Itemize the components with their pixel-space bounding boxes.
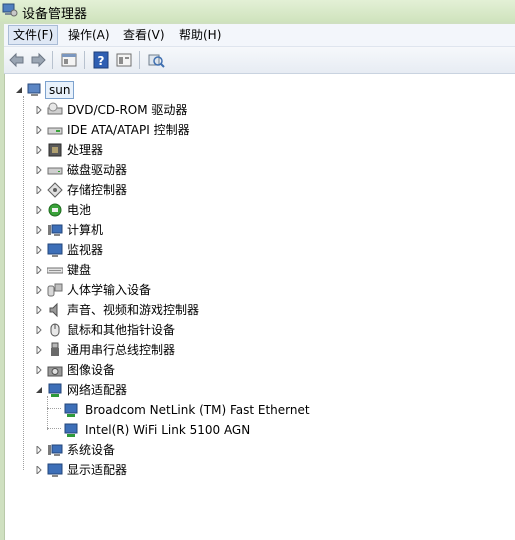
tree-item-label: 键盘 bbox=[67, 263, 92, 277]
expand-arrow-icon[interactable] bbox=[35, 306, 43, 314]
menu-action[interactable]: 操作(A) bbox=[64, 26, 114, 44]
ide-controller-icon bbox=[47, 127, 63, 135]
expand-arrow-icon[interactable] bbox=[35, 106, 43, 114]
scan-hardware-icon[interactable] bbox=[147, 51, 165, 69]
network-adapter-icon bbox=[64, 403, 78, 417]
tree-item-label: 处理器 bbox=[67, 143, 104, 157]
forward-arrow-icon[interactable] bbox=[29, 51, 47, 69]
camera-icon bbox=[47, 366, 63, 377]
storage-controller-icon bbox=[47, 182, 63, 198]
keyboard-icon bbox=[47, 267, 63, 274]
tree-item-label: 通用串行总线控制器 bbox=[67, 343, 176, 357]
tree-item-label: IDE ATA/ATAPI 控制器 bbox=[67, 123, 190, 137]
tree-item-dvd[interactable]: DVD/CD-ROM 驱动器 bbox=[35, 100, 435, 120]
tree-item-label: 网络适配器 bbox=[67, 383, 128, 397]
expand-arrow-icon[interactable] bbox=[35, 266, 43, 274]
title-bar[interactable]: 设备管理器 bbox=[0, 0, 515, 22]
tree-item-network[interactable]: 网络适配器 bbox=[35, 380, 435, 400]
tree-item-label: 声音、视频和游戏控制器 bbox=[67, 303, 200, 317]
window-title: 设备管理器 bbox=[22, 7, 88, 22]
system-device-icon bbox=[48, 444, 63, 456]
hid-icon bbox=[47, 283, 63, 297]
tree-item-label: 电池 bbox=[67, 203, 92, 217]
tree-item-camera[interactable]: 图像设备 bbox=[35, 360, 435, 380]
tree-item-sound[interactable]: 声音、视频和游戏控制器 bbox=[35, 300, 435, 320]
expand-arrow-icon[interactable] bbox=[35, 166, 43, 174]
tree-item-label: DVD/CD-ROM 驱动器 bbox=[67, 103, 188, 117]
tree-item-label: 鼠标和其他指针设备 bbox=[67, 323, 176, 337]
tree-item-label: 磁盘驱动器 bbox=[67, 163, 128, 177]
tree-item-system[interactable]: 系统设备 bbox=[35, 440, 435, 460]
tree-item-label: 计算机 bbox=[67, 223, 104, 237]
monitor-icon bbox=[47, 243, 63, 257]
back-arrow-icon[interactable] bbox=[8, 51, 26, 69]
expand-arrow-icon[interactable] bbox=[35, 226, 43, 234]
expand-arrow-icon[interactable] bbox=[35, 346, 43, 354]
tree-item-label: 图像设备 bbox=[67, 363, 116, 377]
tree-root-label: sun bbox=[45, 81, 75, 99]
expand-arrow-icon[interactable] bbox=[35, 446, 43, 454]
processor-icon bbox=[48, 143, 62, 157]
menu-view[interactable]: 查看(V) bbox=[119, 26, 169, 44]
tree-item-hid[interactable]: 人体学输入设备 bbox=[35, 280, 435, 300]
tree-item-label: 人体学输入设备 bbox=[67, 283, 152, 297]
expand-arrow-icon[interactable] bbox=[35, 246, 43, 254]
network-adapter-icon bbox=[48, 383, 62, 397]
tree-item-intel-wifi[interactable]: Intel(R) WiFi Link 5100 AGN bbox=[63, 420, 483, 440]
tree-item-label: 显示适配器 bbox=[67, 463, 128, 477]
mouse-icon bbox=[50, 323, 60, 337]
tree-item-mouse[interactable]: 鼠标和其他指针设备 bbox=[35, 320, 435, 340]
tree-item-label: Broadcom NetLink (TM) Fast Ethernet bbox=[85, 403, 310, 417]
tree-item-battery[interactable]: 电池 bbox=[35, 200, 435, 220]
computer-icon bbox=[48, 224, 63, 236]
sound-icon bbox=[49, 302, 58, 318]
collapse-arrow-icon[interactable] bbox=[15, 86, 23, 94]
display-adapter-icon bbox=[47, 463, 63, 477]
tree-item-disk[interactable]: 磁盘驱动器 bbox=[35, 160, 435, 180]
tree-item-storage[interactable]: 存储控制器 bbox=[35, 180, 435, 200]
tree-item-label: 监视器 bbox=[67, 243, 104, 257]
computer-icon bbox=[27, 83, 41, 96]
menu-file[interactable]: 文件(F) bbox=[8, 25, 59, 45]
expand-arrow-icon[interactable] bbox=[35, 466, 43, 474]
disk-drive-icon bbox=[47, 167, 63, 175]
expand-arrow-icon[interactable] bbox=[35, 186, 43, 194]
menu-bar: 文件(F) 操作(A) 查看(V) 帮助(H) bbox=[4, 24, 515, 47]
tree-item-monitor[interactable]: 监视器 bbox=[35, 240, 435, 260]
tree-item-broadcom[interactable]: Broadcom NetLink (TM) Fast Ethernet bbox=[63, 400, 483, 420]
network-adapter-icon bbox=[64, 423, 78, 437]
battery-icon bbox=[48, 203, 62, 217]
properties-icon[interactable] bbox=[60, 51, 78, 69]
expand-arrow-icon[interactable] bbox=[35, 326, 43, 334]
usb-icon bbox=[51, 342, 59, 356]
tree-item-keyboard[interactable]: 键盘 bbox=[35, 260, 435, 280]
device-tree: sun DVD/CD-ROM 驱动器 IDE ATA/ATAPI 控制器 处理器… bbox=[4, 74, 515, 540]
collapse-arrow-icon[interactable] bbox=[35, 386, 43, 394]
expand-arrow-icon[interactable] bbox=[35, 286, 43, 294]
expand-arrow-icon[interactable] bbox=[35, 366, 43, 374]
tree-item-label: Intel(R) WiFi Link 5100 AGN bbox=[85, 423, 251, 437]
tree-item-label: 存储控制器 bbox=[67, 183, 128, 197]
expand-arrow-icon[interactable] bbox=[35, 206, 43, 214]
svg-text:?: ? bbox=[98, 54, 105, 68]
tree-item-processor[interactable]: 处理器 bbox=[35, 140, 435, 160]
help-icon[interactable]: ? bbox=[92, 51, 110, 69]
tree-item-ide[interactable]: IDE ATA/ATAPI 控制器 bbox=[35, 120, 435, 140]
device-manager-icon bbox=[2, 3, 18, 17]
expand-arrow-icon[interactable] bbox=[35, 146, 43, 154]
menu-help[interactable]: 帮助(H) bbox=[175, 26, 225, 44]
tree-item-display[interactable]: 显示适配器 bbox=[35, 460, 435, 480]
tree-item-usb[interactable]: 通用串行总线控制器 bbox=[35, 340, 435, 360]
tree-root-node[interactable]: sun bbox=[15, 80, 215, 100]
dvd-drive-icon bbox=[47, 102, 63, 115]
expand-arrow-icon[interactable] bbox=[35, 126, 43, 134]
tree-item-label: 系统设备 bbox=[67, 443, 116, 457]
tree-item-computer[interactable]: 计算机 bbox=[35, 220, 435, 240]
view-icon[interactable] bbox=[115, 51, 133, 69]
toolbar: ? bbox=[4, 47, 515, 74]
